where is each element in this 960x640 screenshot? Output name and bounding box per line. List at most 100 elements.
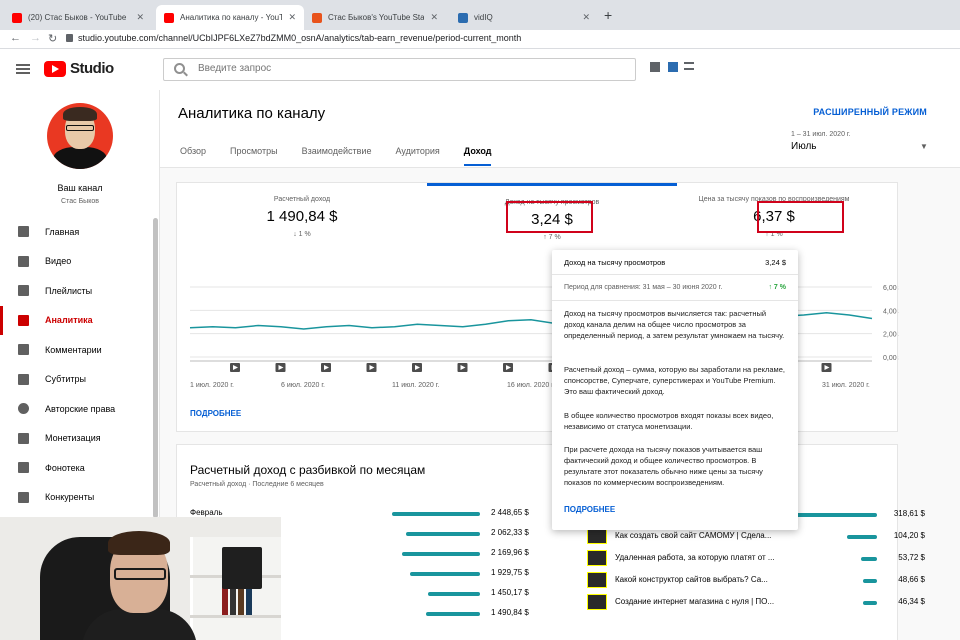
month-value: 2 448,65 $ — [491, 508, 529, 517]
sidebar-item-subtitles[interactable]: Субтитры — [0, 365, 158, 395]
studio-logo[interactable]: Studio — [44, 60, 114, 77]
sidebar-item-analytics[interactable]: Аналитика — [0, 305, 158, 336]
sidebar-scrollbar[interactable] — [153, 218, 158, 518]
month-label: Февраль — [190, 508, 223, 517]
new-tab-button[interactable]: + — [604, 7, 612, 23]
forward-icon[interactable]: → — [30, 32, 41, 44]
section-title: Расчетный доход с разбивкой по месяцам — [190, 463, 426, 477]
sidebar-item-copyright[interactable]: Авторские права — [0, 394, 158, 424]
tooltip-paragraph: Доход на тысячу просмотров вычисляется т… — [564, 309, 785, 340]
vidiq-favicon-icon — [458, 12, 468, 23]
video-title[interactable]: Как создать свой сайт САМОМУ | Сдела... — [615, 531, 815, 540]
month-value: 1 450,17 $ — [491, 588, 529, 597]
tooltip-compare: Период для сравнения: 31 мая – 30 июня 2… — [564, 284, 786, 291]
tab-title: (20) Стас Быков - YouTube — [28, 13, 127, 22]
video-thumbnail[interactable] — [587, 550, 607, 566]
tooltip-paragraph: В общее количество просмотров входят пок… — [564, 411, 774, 431]
month-bar — [392, 512, 480, 516]
tooltip-metric-label: Доход на тысячу просмотров — [564, 258, 666, 267]
y-tick-label: 4,00 $ — [883, 308, 899, 315]
video-title[interactable]: Какой конструктор сайтов выбрать? Са... — [615, 575, 815, 584]
x-tick-label: 6 июл. 2020 г. — [281, 382, 325, 389]
browser-tabbar: (20) Стас Быков - YouTube ✕ Аналитика по… — [0, 0, 960, 30]
extension-icon[interactable] — [650, 62, 660, 72]
copyright-icon — [18, 403, 29, 415]
month-bar — [410, 572, 480, 576]
sidebar-item-dashboard[interactable]: Главная — [0, 217, 158, 247]
video-title[interactable]: Создание интернет магазина с нуля | ПО..… — [615, 597, 815, 606]
page-title: Аналитика по каналу — [178, 105, 326, 122]
sidebar-item-monetization[interactable]: Монетизация — [0, 424, 158, 454]
tab-reach[interactable]: Просмотры — [230, 146, 278, 166]
back-icon[interactable]: ← — [10, 32, 21, 44]
browser-tab-active[interactable]: Аналитика по каналу - YouTube ✕ — [156, 5, 304, 30]
reload-icon[interactable]: ↻ — [48, 32, 57, 45]
period-selector[interactable]: 1 – 31 июл. 2020 г. Июль ▼ — [791, 131, 928, 152]
tooltip-more-link[interactable]: ПОДРОБНЕЕ — [564, 505, 615, 514]
close-icon[interactable]: ✕ — [430, 12, 438, 23]
search-input[interactable] — [198, 63, 598, 74]
more-link[interactable]: ПОДРОБНЕЕ — [190, 409, 241, 418]
advanced-mode-button[interactable]: РАСШИРЕННЫЙ РЕЖИМ — [813, 107, 927, 117]
search-box[interactable] — [163, 58, 636, 81]
x-tick-label: 1 июл. 2020 г. — [190, 382, 234, 389]
y-tick-label: 6,00 $ — [883, 285, 899, 292]
youtube-favicon-icon — [164, 12, 174, 23]
sidebar-item-label: Видео — [45, 256, 72, 267]
sidebar-item-label: Конкуренты — [45, 492, 95, 503]
channel-name: Ваш канал — [57, 183, 103, 193]
url-field[interactable]: studio.youtube.com/channel/UCbIJPF6LXeZ7… — [78, 33, 521, 43]
video-thumbnail[interactable] — [587, 594, 607, 610]
menu-icon[interactable] — [16, 64, 30, 74]
video-row[interactable]: Как создать свой сайт САМОМУ | Сдела... 1… — [587, 528, 925, 546]
x-tick-label: 11 июл. 2020 г. — [392, 382, 439, 389]
tooltip-paragraph: При расчете дохода на тысячу показов учи… — [564, 445, 763, 487]
tab-title: vidIQ — [474, 13, 493, 22]
tab-audience[interactable]: Аудитория — [395, 146, 439, 166]
divider — [552, 274, 798, 275]
logo-text: Studio — [70, 60, 114, 77]
sidebar-item-competitors[interactable]: Конкуренты — [0, 483, 158, 513]
tab-overview[interactable]: Обзор — [180, 146, 206, 166]
video-row[interactable]: Какой конструктор сайтов выбрать? Са... 4… — [587, 572, 925, 590]
stats-favicon-icon — [312, 12, 322, 23]
sidebar-item-video[interactable]: Видео — [0, 247, 158, 277]
tab-engagement[interactable]: Взаимодействие — [302, 146, 372, 166]
video-thumbnail[interactable] — [587, 528, 607, 544]
playlist-icon — [18, 285, 29, 297]
browser-tab[interactable]: (20) Стас Быков - YouTube ✕ — [4, 5, 152, 30]
dollar-icon — [18, 432, 29, 444]
vidiq-extension-icon[interactable] — [668, 62, 678, 72]
video-title[interactable]: Удаленная работа, за которую платят от .… — [615, 553, 815, 562]
sidebar-item-label: Главная — [45, 226, 80, 237]
y-tick-label: 2,00 $ — [883, 332, 899, 339]
video-row[interactable]: Удаленная работа, за которую платят от .… — [587, 550, 925, 568]
section-subtitle: Расчетный доход · Последние 6 месяцев — [190, 481, 324, 488]
page-header: Аналитика по каналу РАСШИРЕННЫЙ РЕЖИМ Об… — [160, 90, 960, 168]
sidebar-item-playlists[interactable]: Плейлисты — [0, 276, 158, 306]
close-icon[interactable]: ✕ — [288, 12, 296, 23]
chevron-down-icon: ▼ — [920, 142, 928, 151]
sidebar-item-label: Фонотека — [45, 462, 85, 473]
video-value: 48,66 $ — [898, 575, 925, 584]
video-row[interactable]: Создание интернет магазина с нуля | ПО..… — [587, 594, 925, 612]
video-value: 318,61 $ — [893, 509, 925, 518]
video-thumbnail[interactable] — [587, 572, 607, 588]
avatar[interactable] — [47, 103, 113, 169]
tab-title: Аналитика по каналу - YouTube — [180, 13, 283, 22]
browser-tab[interactable]: Стас Быков's YouTube Stats (Sum ✕ — [304, 5, 446, 30]
address-bar: ← → ↻ studio.youtube.com/channel/UCbIJPF… — [0, 30, 960, 49]
tab-revenue[interactable]: Доход — [463, 146, 492, 166]
analytics-tabs: Обзор Просмотры Взаимодействие Аудитория… — [180, 146, 515, 166]
tab-title: Стас Быков's YouTube Stats (Sum — [328, 13, 425, 22]
music-icon — [18, 462, 29, 474]
sidebar-item-label: Авторские права — [45, 403, 116, 414]
close-icon[interactable]: ✕ — [136, 12, 144, 23]
sidebar-item-comments[interactable]: Комментарии — [0, 335, 158, 365]
list-icon[interactable] — [684, 62, 694, 70]
competitors-icon — [18, 491, 29, 503]
browser-tab[interactable]: vidIQ ✕ — [450, 5, 598, 30]
close-icon[interactable]: ✕ — [582, 12, 590, 23]
month-bar — [402, 552, 480, 556]
sidebar-item-audio-library[interactable]: Фонотека — [0, 453, 158, 483]
